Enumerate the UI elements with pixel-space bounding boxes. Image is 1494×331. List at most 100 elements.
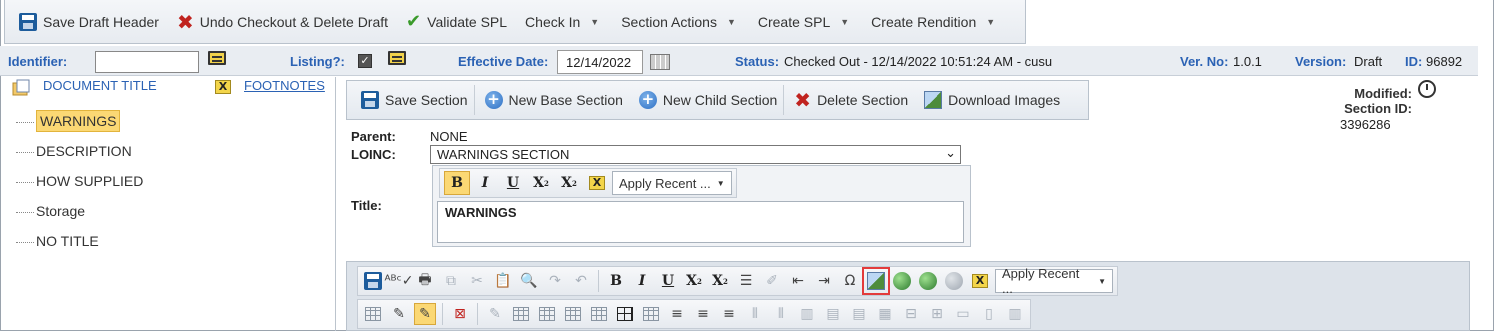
align-right-button[interactable]: ≡	[718, 303, 740, 325]
table-grid-icon-5[interactable]	[640, 303, 662, 325]
tree-item-how-supplied[interactable]: HOW SUPPLIED	[16, 173, 143, 189]
table-more-button[interactable]: ▥	[1004, 303, 1026, 325]
tree-item-label: NO TITLE	[36, 233, 99, 249]
version-label: Version:	[1295, 54, 1347, 69]
calendar-icon[interactable]	[650, 54, 670, 70]
table-grid-icon-3[interactable]	[562, 303, 584, 325]
apply-recent-select[interactable]: Apply Recent ... ▼	[612, 171, 732, 195]
cut-button[interactable]: ✂	[466, 270, 488, 292]
save-draft-header-button[interactable]: Save Draft Header	[13, 7, 165, 37]
delete-x-icon: ✖	[794, 88, 812, 112]
main-toolbar: Save Draft Header ✖ Undo Checkout & Dele…	[4, 0, 1026, 44]
delete-table-button[interactable]: ⊠	[449, 303, 471, 325]
align-left-button[interactable]: ≡	[666, 303, 688, 325]
create-rendition-dropdown[interactable]: Create Rendition ▼	[865, 7, 1001, 37]
merge-cells-button[interactable]: ⊞	[926, 303, 948, 325]
validate-spl-button[interactable]: ✔ Validate SPL	[400, 7, 513, 37]
effective-date-input[interactable]: 12/14/2022	[557, 50, 643, 74]
indent-button[interactable]: ⇥	[813, 270, 835, 292]
listing-label: Listing?:	[290, 54, 345, 69]
underline-button[interactable]: U	[500, 171, 526, 195]
insert-column-before-button[interactable]: ⫴	[744, 303, 766, 325]
add-link-button[interactable]	[891, 270, 913, 292]
save-button[interactable]	[362, 270, 384, 292]
column-properties-button[interactable]: ▯	[978, 303, 1000, 325]
footnotes-link[interactable]: FOOTNOTES	[244, 78, 325, 93]
note-icon[interactable]	[388, 51, 406, 65]
redo-button[interactable]: ↷	[544, 270, 566, 292]
underline-button[interactable]: U	[657, 270, 679, 292]
tree-item-description[interactable]: DESCRIPTION	[16, 143, 132, 159]
identifier-input[interactable]	[95, 51, 199, 73]
remove-format-button[interactable]: X	[584, 171, 610, 195]
align-center-button[interactable]: ≡	[692, 303, 714, 325]
subscript-button[interactable]: X2	[528, 171, 554, 195]
check-in-dropdown[interactable]: Check In ▼	[519, 7, 605, 37]
remove-format-button[interactable]: X	[969, 270, 991, 292]
insert-row-before-button[interactable]: ▤	[822, 303, 844, 325]
listing-checkbox[interactable]: ✓	[358, 54, 372, 68]
undo-checkout-button[interactable]: ✖ Undo Checkout & Delete Draft	[171, 7, 394, 37]
insert-image-button[interactable]	[862, 267, 890, 295]
table-grid-icon-1[interactable]	[510, 303, 532, 325]
document-folder-icon	[12, 79, 30, 96]
tree-item-no-title[interactable]: NO TITLE	[16, 233, 99, 249]
apply-recent-label: Apply Recent ...	[1002, 266, 1080, 296]
copy-button[interactable]: ⧉	[440, 270, 462, 292]
row-properties-button[interactable]: ▭	[952, 303, 974, 325]
cell-properties-button[interactable]: ✎	[484, 303, 506, 325]
link-button[interactable]	[917, 270, 939, 292]
tree-item-storage[interactable]: Storage	[16, 203, 85, 219]
document-title-link[interactable]: DOCUMENT TITLE	[43, 78, 157, 93]
subscript-button[interactable]: X2	[683, 270, 705, 292]
bold-button[interactable]: B	[444, 171, 470, 195]
section-actions-dropdown[interactable]: Section Actions ▼	[615, 7, 742, 37]
special-character-button[interactable]: Ω	[839, 270, 861, 292]
delete-row-button[interactable]: ▦	[874, 303, 896, 325]
plus-circle-icon: +	[484, 91, 503, 109]
image-icon	[867, 272, 885, 290]
table-insert-button[interactable]	[362, 303, 384, 325]
bullet-list-button[interactable]: ☰	[735, 270, 757, 292]
insert-column-after-button[interactable]: ⫴	[770, 303, 792, 325]
italic-button[interactable]: I	[472, 171, 498, 195]
insert-row-after-button[interactable]: ▤	[848, 303, 870, 325]
save-section-button[interactable]: Save Section	[355, 85, 475, 115]
italic-button[interactable]: I	[631, 270, 653, 292]
table-properties-button[interactable]: ✎	[388, 303, 410, 325]
spellcheck-button[interactable]: ᴬᴮᶜ✓	[385, 270, 414, 292]
apply-recent-select[interactable]: Apply Recent ... ▼	[995, 266, 1113, 296]
tree-item-warnings[interactable]: WARNINGS	[16, 110, 121, 132]
superscript-button[interactable]: X2	[556, 171, 582, 195]
loinc-select[interactable]: WARNINGS SECTION ⌄	[430, 145, 961, 164]
table-grid-icon-4[interactable]	[588, 303, 610, 325]
table-grid-icon-2[interactable]	[536, 303, 558, 325]
split-cell-button[interactable]: ⊟	[900, 303, 922, 325]
create-spl-dropdown[interactable]: Create SPL ▼	[752, 7, 855, 37]
eraser-button[interactable]: ✐	[761, 270, 783, 292]
bold-button[interactable]: B	[605, 270, 627, 292]
save-icon	[361, 91, 379, 109]
ver-no-label: Ver. No:	[1180, 54, 1229, 69]
undo-button[interactable]: ↶	[570, 270, 592, 292]
title-text-area[interactable]: WARNINGS	[437, 201, 964, 243]
paste-button[interactable]: 📋	[492, 270, 514, 292]
new-child-section-button[interactable]: + New Child Section	[633, 85, 785, 115]
delete-column-button[interactable]: ▥	[796, 303, 818, 325]
download-images-button[interactable]: Download Images	[918, 85, 1066, 115]
delete-section-button[interactable]: ✖ Delete Section	[788, 85, 914, 115]
chevron-down-icon: ▼	[840, 16, 850, 27]
table-borders-button[interactable]	[614, 303, 636, 325]
unlink-button[interactable]	[943, 270, 965, 292]
note-icon[interactable]	[208, 51, 226, 65]
find-button[interactable]: 🔍	[518, 270, 540, 292]
outdent-button[interactable]: ⇤	[787, 270, 809, 292]
title-label: Title:	[351, 198, 382, 213]
section-id-value: 3396286	[1340, 117, 1391, 132]
new-base-section-button[interactable]: + New Base Section	[479, 85, 629, 115]
chevron-down-icon: ⌄	[945, 145, 956, 160]
close-x-icon[interactable]: X	[215, 80, 231, 94]
superscript-button[interactable]: X2	[709, 270, 731, 292]
edit-active-button[interactable]: ✎	[414, 303, 436, 325]
print-button[interactable]: 🖶	[414, 270, 436, 292]
